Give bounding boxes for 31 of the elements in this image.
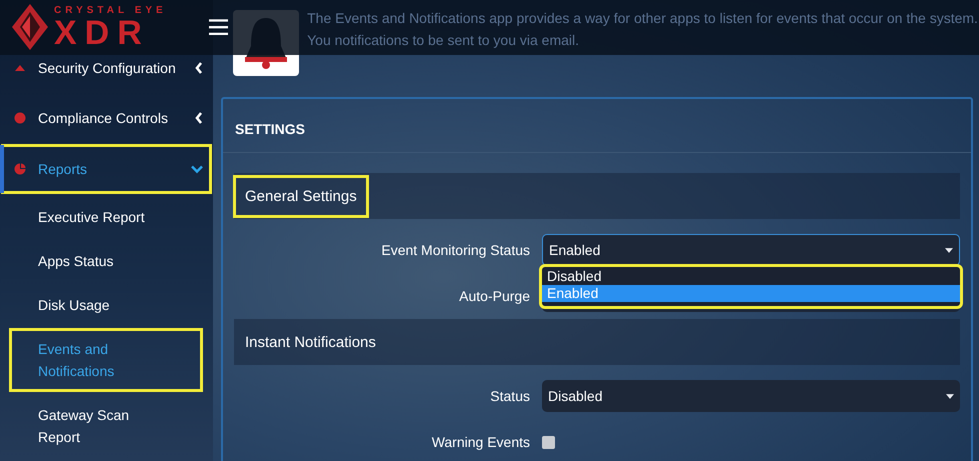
section-title: Instant Notifications — [244, 332, 377, 352]
logo-tagline: CRYSTAL EYE — [54, 4, 167, 16]
sidebar-subitem[interactable]: Disk Usage — [0, 283, 178, 327]
select-field[interactable]: Enabled — [542, 234, 960, 266]
sidebar-subitem[interactable]: Executive Report — [0, 195, 178, 239]
chevron-left-icon — [195, 112, 203, 124]
panel-title: SETTINGS — [223, 99, 971, 153]
section-title: General Settings — [235, 176, 367, 216]
field-label: Event Monitoring Status — [380, 242, 531, 258]
menu-icon[interactable] — [208, 19, 228, 35]
logo-icon — [12, 4, 48, 50]
chevron-down-icon — [191, 164, 203, 174]
caret-icon — [946, 394, 954, 398]
field-label: Warning Events — [430, 434, 531, 450]
dropdown-option[interactable]: Disabled — [542, 268, 960, 285]
circle-icon — [14, 112, 26, 124]
sidebar-subitem[interactable]: Gateway Scan Report — [0, 393, 178, 459]
sidebar-item[interactable]: Reports — [0, 143, 213, 195]
caret-icon — [945, 248, 953, 252]
chevron-left-icon — [195, 62, 203, 74]
logo-name: XDR — [54, 16, 151, 50]
sidebar-item[interactable]: Compliance Controls — [0, 93, 213, 143]
checkbox[interactable] — [542, 436, 555, 448]
sidebar-subitem[interactable]: Events and Notifications — [8, 327, 204, 393]
select-field[interactable]: Disabled — [542, 380, 960, 412]
field-label: Auto-Purge — [458, 288, 531, 304]
sidebar-subitem[interactable]: Apps Status — [0, 239, 178, 283]
sidebar-item[interactable]: Security Configuration — [0, 55, 213, 81]
pie-chart-icon — [14, 163, 26, 175]
app-description: The Events and Notifications app provides a way for other apps to listen for events that occur on the system. You notifications to be sent to you via email. — [307, 9, 979, 50]
field-label: Status — [489, 388, 531, 404]
